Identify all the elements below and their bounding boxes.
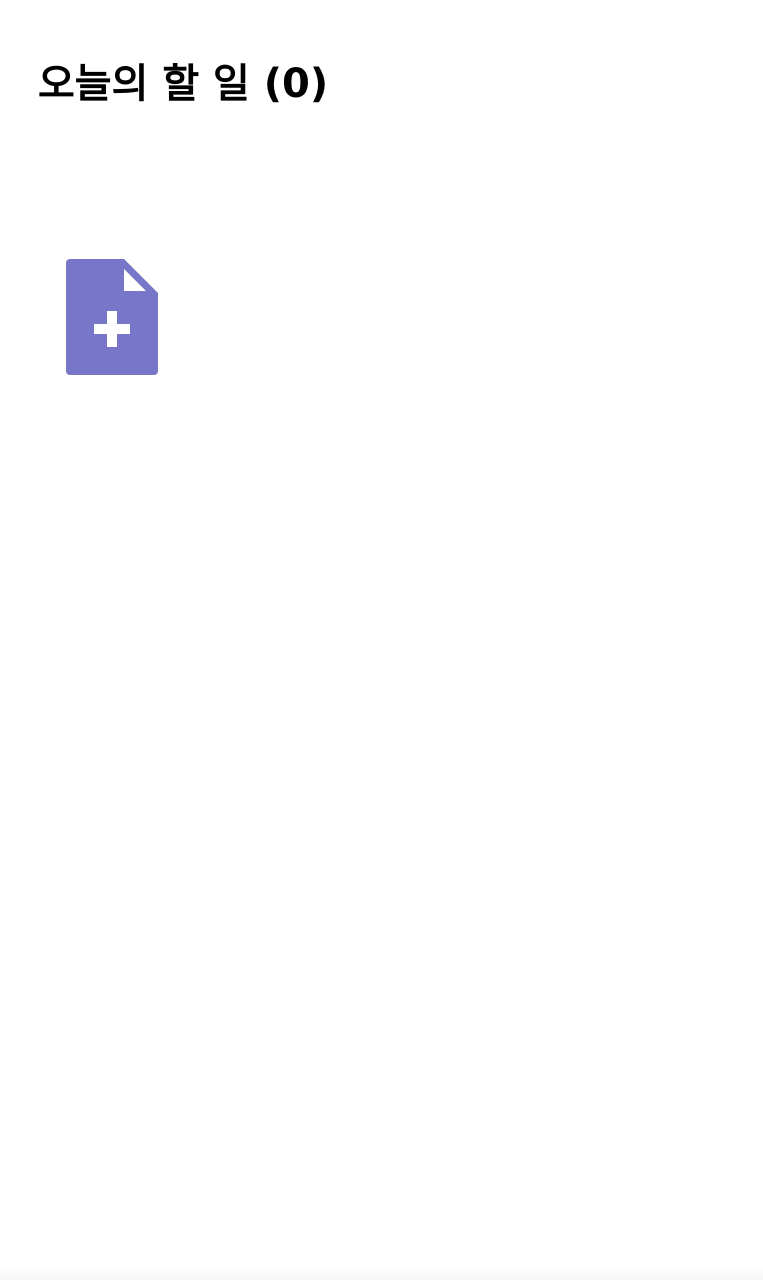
bottom-edge bbox=[0, 1266, 763, 1280]
todo-screen: 오늘의 할 일 (0) bbox=[0, 0, 763, 1280]
file-add-icon-plus-horizontal bbox=[94, 324, 130, 334]
add-task-button[interactable] bbox=[66, 259, 158, 375]
task-list-area bbox=[0, 140, 763, 1260]
page-title: 오늘의 할 일 (0) bbox=[38, 61, 329, 107]
file-add-icon bbox=[66, 259, 158, 375]
page-header: 오늘의 할 일 (0) bbox=[38, 56, 328, 112]
